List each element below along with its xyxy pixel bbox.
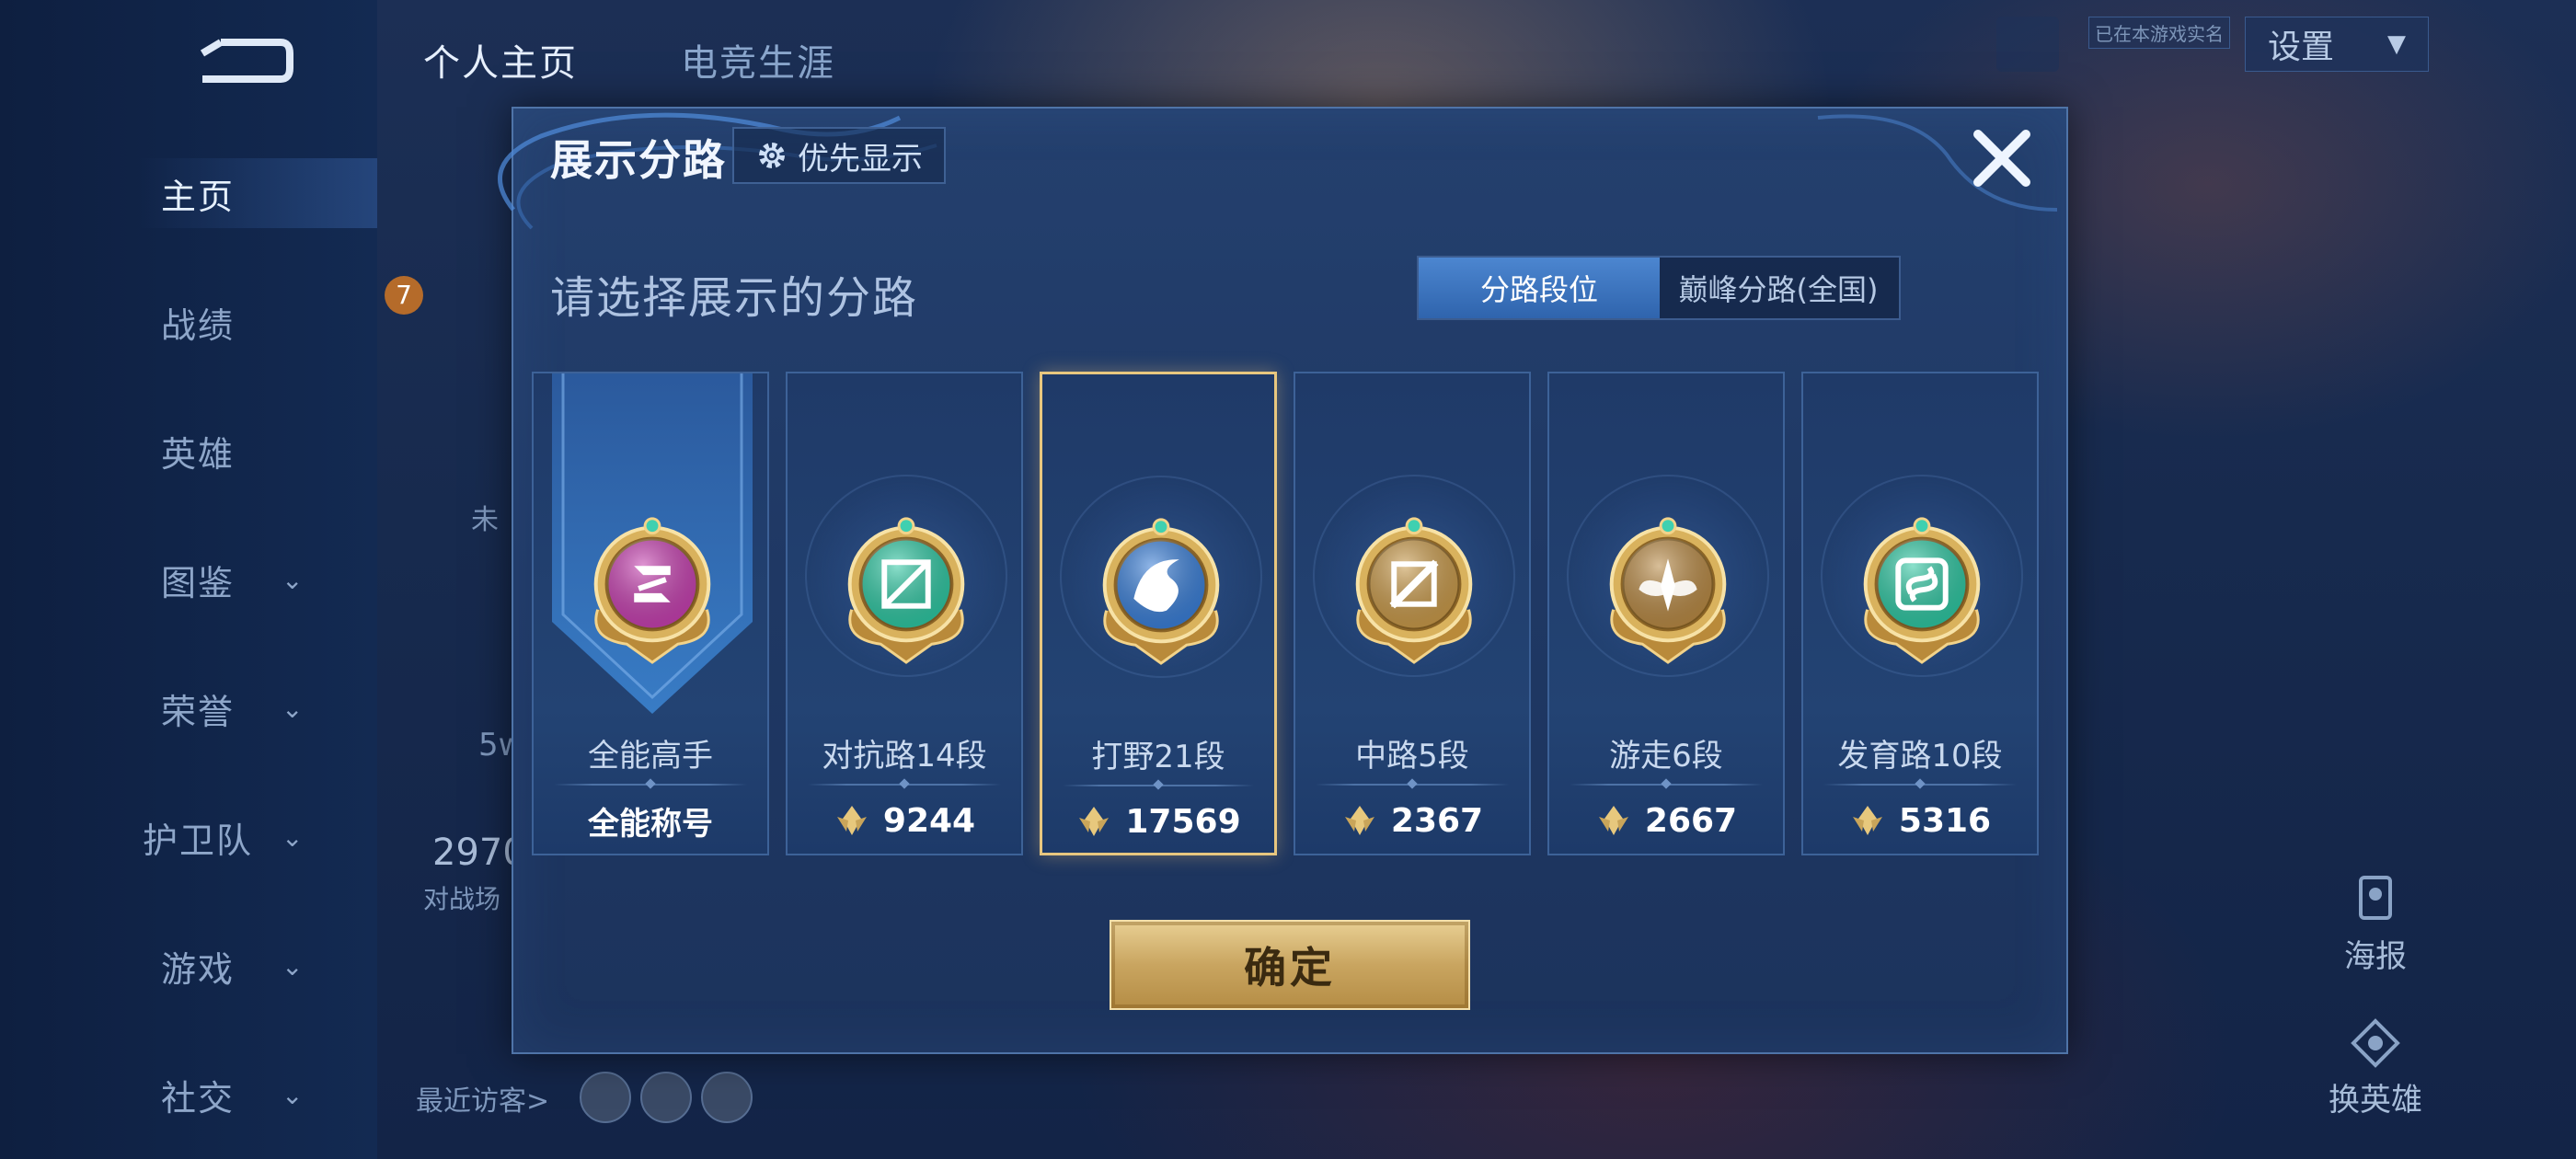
sidebar-item-7[interactable]: 社交 ⌄ (138, 1058, 359, 1131)
sidebar-item-label: 社交 (160, 1077, 235, 1119)
lane-name: 对抗路14段 (822, 738, 987, 775)
card-divider (808, 784, 1001, 786)
toggle-peak-lane[interactable]: 巅峰分路(全国) (1660, 258, 1897, 318)
gear-icon (759, 143, 785, 168)
lane-name: 发育路10段 (1837, 738, 2003, 775)
clash-lane-emblem-icon (847, 517, 965, 664)
switch-hero-button[interactable]: 换英雄 (2311, 1017, 2440, 1119)
lane-score: 2667 (1549, 793, 1783, 848)
rank-points-icon (1598, 806, 1628, 835)
tab-esports-career[interactable]: 电竞生涯 (681, 33, 835, 86)
title-label: 全能称号 (588, 805, 713, 843)
sidebar-item-0[interactable]: 主页 (138, 156, 359, 230)
poster-icon (2359, 876, 2392, 920)
lane-name: 全能高手 (588, 738, 713, 775)
lane-score: 全能称号 (534, 793, 767, 848)
card-divider (1570, 784, 1763, 786)
dialog-subtitle: 请选择展示的分路 (550, 272, 919, 324)
chevron-down-icon: ⌄ (282, 564, 305, 595)
sidebar-item-label: 英雄 (160, 433, 235, 475)
chevron-down-icon: ⌄ (282, 950, 305, 981)
rank-points-icon (1079, 807, 1110, 836)
allround-emblem-icon (593, 517, 711, 664)
level-badge: 7 (385, 276, 423, 315)
lane-card[interactable]: 发育路10段 5316 (1801, 372, 2039, 855)
roam-emblem-icon (1609, 517, 1727, 664)
lane-score-value: 9244 (882, 801, 976, 840)
sidebar-item-4[interactable]: 荣誉 ⌄ (138, 671, 359, 745)
hero-icon (2351, 1018, 2400, 1068)
chevron-down-icon: ⌄ (282, 693, 305, 724)
card-divider (554, 784, 747, 786)
lane-card[interactable]: 游走6段 2667 (1547, 372, 1785, 855)
lane-score: 5316 (1803, 793, 2037, 848)
back-arrow-icon[interactable] (193, 33, 294, 88)
confirm-button[interactable]: 确定 (1110, 920, 1470, 1010)
lane-score-value: 5316 (1898, 801, 1992, 840)
jungle-emblem-icon (1102, 518, 1220, 665)
settings-button[interactable]: 设置 ▼ (2245, 17, 2429, 72)
lane-score: 9244 (788, 793, 1021, 848)
rank-points-icon (836, 806, 867, 835)
sidebar-item-3[interactable]: 图鉴 ⌄ (138, 543, 359, 616)
toggle-lane-rank[interactable]: 分路段位 (1419, 258, 1660, 318)
lane-type-toggle: 分路段位 巅峰分路(全国) (1417, 256, 1901, 320)
lane-name: 中路5段 (1355, 738, 1469, 775)
card-divider (1823, 784, 2017, 786)
sidebar-item-6[interactable]: 游戏 ⌄ (138, 929, 359, 1003)
status-text: 未 (471, 504, 499, 536)
lane-score-value: 17569 (1125, 802, 1241, 841)
priority-label: 优先显示 (798, 140, 923, 178)
lane-card-list: 全能高手 全能称号 对抗路14段 9244 打野21段 17569 中路5段 2367 游走6段… (532, 372, 2050, 859)
lane-score-value: 2667 (1644, 801, 1738, 840)
sidebar-item-label: 游戏 (160, 948, 235, 990)
sidebar-item-label: 战绩 (160, 304, 235, 346)
lane-card[interactable]: 中路5段 2367 (1294, 372, 1531, 855)
sidebar-item-2[interactable]: 英雄 (138, 414, 359, 488)
close-icon[interactable] (1965, 121, 2039, 195)
settings-label: 设置 (2268, 29, 2335, 66)
poster-button[interactable]: 海报 (2311, 874, 2440, 976)
visitor-avatar[interactable] (640, 1072, 692, 1123)
visitor-avatar[interactable] (580, 1072, 631, 1123)
lane-score: 2367 (1295, 793, 1529, 848)
sidebar-item-label: 图鉴 (160, 562, 235, 603)
sidebar-item-1[interactable]: 战绩 (138, 285, 359, 359)
online-status-tag: 已在本游戏实名 (2088, 17, 2230, 49)
farm-lane-emblem-icon (1863, 517, 1981, 664)
matches-label: 对战场 (423, 884, 501, 914)
qq-icon[interactable] (1996, 17, 2059, 72)
rank-points-icon (1852, 806, 1882, 835)
lane-name: 打野21段 (1091, 739, 1225, 775)
recent-visitors-link[interactable]: 最近访客> (416, 1078, 549, 1119)
lane-display-dialog: 展示分路 优先显示 请选择展示的分路 分路段位 巅峰分路(全国) 全能高手全能称… (498, 107, 2068, 1054)
sidebar-item-label: 主页 (160, 176, 235, 217)
chevron-down-icon: ⌄ (282, 821, 305, 853)
lane-card[interactable]: 对抗路14段 9244 (786, 372, 1023, 855)
rank-points-icon (1344, 806, 1374, 835)
lane-name: 游走6段 (1609, 738, 1723, 775)
mid-lane-emblem-icon (1355, 517, 1473, 664)
switch-hero-label: 换英雄 (2329, 1082, 2422, 1119)
chevron-down-icon: ⌄ (282, 1079, 305, 1110)
lane-score-value: 2367 (1390, 801, 1484, 840)
sidebar-item-label: 护卫队 (142, 820, 253, 861)
poster-label: 海报 (2344, 938, 2407, 975)
lane-card[interactable]: 全能高手 全能称号 (532, 372, 769, 855)
visitor-avatar[interactable] (701, 1072, 753, 1123)
tab-personal-home[interactable]: 个人主页 (423, 33, 578, 86)
card-divider (1316, 784, 1509, 786)
lane-score: 17569 (1042, 794, 1274, 849)
dialog-title: 展示分路 (550, 135, 727, 185)
sidebar-item-5[interactable]: 护卫队 ⌄ (138, 800, 359, 874)
priority-display-button[interactable]: 优先显示 (732, 127, 946, 184)
sidebar-item-label: 荣誉 (160, 691, 235, 732)
card-divider (1063, 785, 1254, 786)
chevron-down-icon: ▼ (2387, 30, 2406, 58)
lane-card[interactable]: 打野21段 17569 (1040, 372, 1277, 855)
